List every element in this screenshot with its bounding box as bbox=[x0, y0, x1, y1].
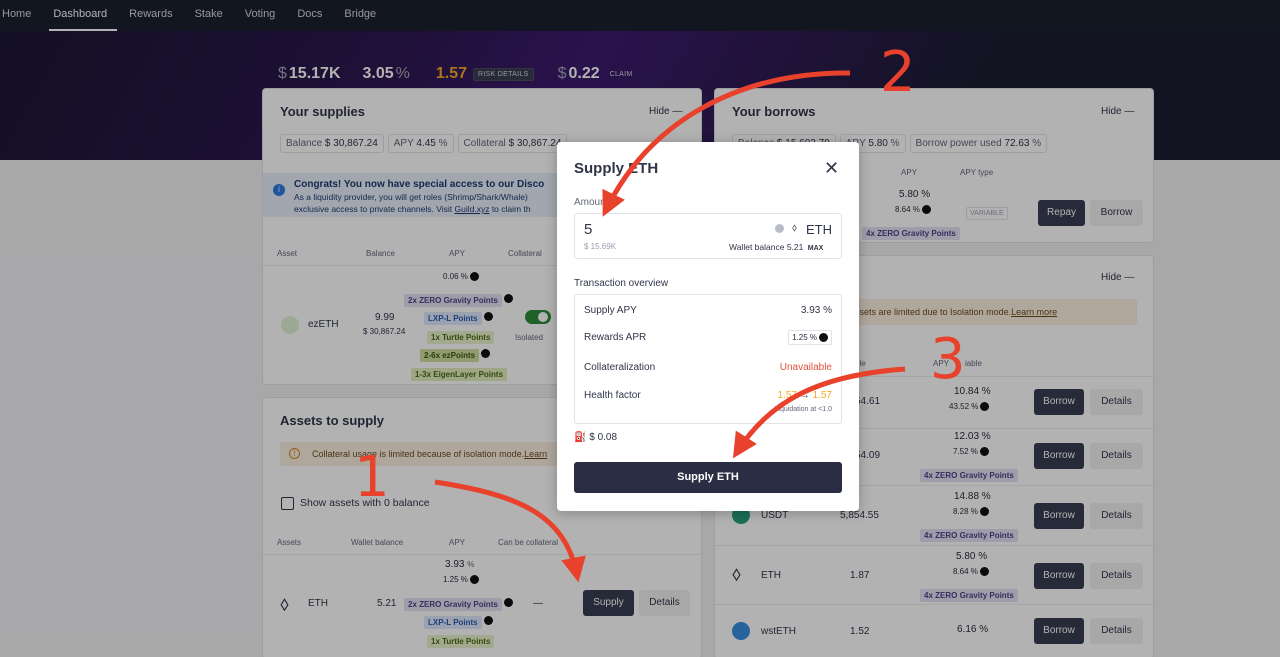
eth-icon: ⬨ bbox=[732, 563, 741, 585]
nav-dashboard[interactable]: Dashboard bbox=[49, 0, 117, 31]
supply-modal: Supply ETH ✕ Amount 5 ⬨ ETH $ 15.69K Wal… bbox=[557, 142, 859, 511]
apy-type-switch[interactable]: VARIABLE bbox=[966, 207, 1008, 220]
dashboard-stats: $15.17K 3.05% 1.57 RISK DETAILS $0.22 CL… bbox=[278, 65, 637, 83]
annotation-2: 2 bbox=[880, 40, 916, 105]
max-button[interactable]: MAX bbox=[808, 245, 824, 252]
nav-voting[interactable]: Voting bbox=[245, 0, 282, 31]
details-button[interactable]: Details bbox=[1090, 503, 1143, 529]
amount-input-box: 5 ⬨ ETH $ 15.69K Wallet balance 5.21 MAX bbox=[574, 213, 842, 259]
amount-input[interactable]: 5 bbox=[584, 221, 592, 238]
transaction-overview: Supply APY 3.93 % Rewards APR 1.25 % Col… bbox=[574, 294, 842, 424]
supply-button[interactable]: Supply bbox=[583, 590, 634, 616]
annotation-3: 3 bbox=[930, 327, 966, 392]
borrow-button[interactable]: Borrow bbox=[1090, 200, 1143, 226]
show-zero-checkbox[interactable] bbox=[281, 497, 294, 510]
borrow-row: wstETH 1.52 6.16 % Borrow Details bbox=[715, 604, 1153, 657]
nav-home[interactable]: Home bbox=[2, 0, 37, 31]
net-apy: 3.05 bbox=[362, 65, 394, 82]
supply-eth-button[interactable]: Supply ETH bbox=[574, 462, 842, 493]
net-worth: 15.17K bbox=[288, 65, 341, 82]
nav-stake[interactable]: Stake bbox=[195, 0, 229, 31]
details-button[interactable]: Details bbox=[1090, 563, 1143, 589]
guild-link[interactable]: Guild.xyz bbox=[454, 204, 489, 214]
claim-button[interactable]: CLAIM bbox=[606, 69, 637, 80]
learn-link[interactable]: Learn bbox=[524, 449, 547, 459]
borrows-title: Your borrows bbox=[732, 104, 816, 119]
nav-docs[interactable]: Docs bbox=[297, 0, 328, 31]
details-button[interactable]: Details bbox=[1090, 443, 1143, 469]
eth-icon: ⬨ bbox=[792, 222, 797, 234]
nav-rewards[interactable]: Rewards bbox=[129, 0, 178, 31]
gas-icon: ⛽ bbox=[574, 432, 587, 443]
learn-more-link[interactable]: Learn more bbox=[1011, 307, 1057, 317]
top-nav: Home Dashboard Rewards Stake Voting Docs… bbox=[0, 0, 1280, 31]
ezeth-icon bbox=[281, 316, 299, 334]
borrow-row: ⬨ ETH 1.87 5.80 % 8.64 % 4x ZERO Gravity… bbox=[715, 545, 1153, 604]
borrow-button[interactable]: Borrow bbox=[1034, 389, 1084, 415]
borrow-button[interactable]: Borrow bbox=[1034, 618, 1084, 644]
borrow-assets-hide-toggle[interactable]: Hide — bbox=[1101, 272, 1134, 283]
info-icon: i bbox=[273, 184, 285, 196]
eth-icon: ⬨ bbox=[280, 593, 289, 615]
wsteth-icon bbox=[732, 622, 750, 640]
supplies-hide-toggle[interactable]: Hide — bbox=[649, 106, 682, 117]
collateral-toggle[interactable] bbox=[525, 310, 551, 324]
repay-button[interactable]: Repay bbox=[1038, 200, 1085, 226]
details-button[interactable]: Details bbox=[1090, 389, 1143, 415]
warning-icon: ! bbox=[289, 448, 300, 459]
gas-estimate: ⛽ $ 0.08 bbox=[574, 432, 618, 443]
zero-icon bbox=[469, 272, 479, 282]
rewards-value: 0.22 bbox=[568, 65, 600, 82]
risk-details-button[interactable]: RISK DETAILS bbox=[473, 67, 534, 81]
supplies-title: Your supplies bbox=[280, 104, 365, 119]
modal-title: Supply ETH bbox=[574, 160, 659, 177]
borrow-button[interactable]: Borrow bbox=[1034, 443, 1084, 469]
borrows-hide-toggle[interactable]: Hide — bbox=[1101, 106, 1134, 117]
supplies-summary: Balance $ 30,867.24 APY 4.45 % Collateral … bbox=[280, 133, 571, 153]
annotation-1: 1 bbox=[354, 445, 390, 510]
details-button[interactable]: Details bbox=[639, 590, 690, 616]
borrow-button[interactable]: Borrow bbox=[1034, 503, 1084, 529]
close-icon[interactable]: ✕ bbox=[824, 159, 839, 177]
nav-bridge[interactable]: Bridge bbox=[344, 0, 382, 31]
clear-icon[interactable] bbox=[775, 224, 784, 233]
details-button[interactable]: Details bbox=[1090, 618, 1143, 644]
assets-to-supply-title: Assets to supply bbox=[280, 413, 385, 428]
health-factor: 1.57 bbox=[435, 65, 468, 82]
borrow-button[interactable]: Borrow bbox=[1034, 563, 1084, 589]
